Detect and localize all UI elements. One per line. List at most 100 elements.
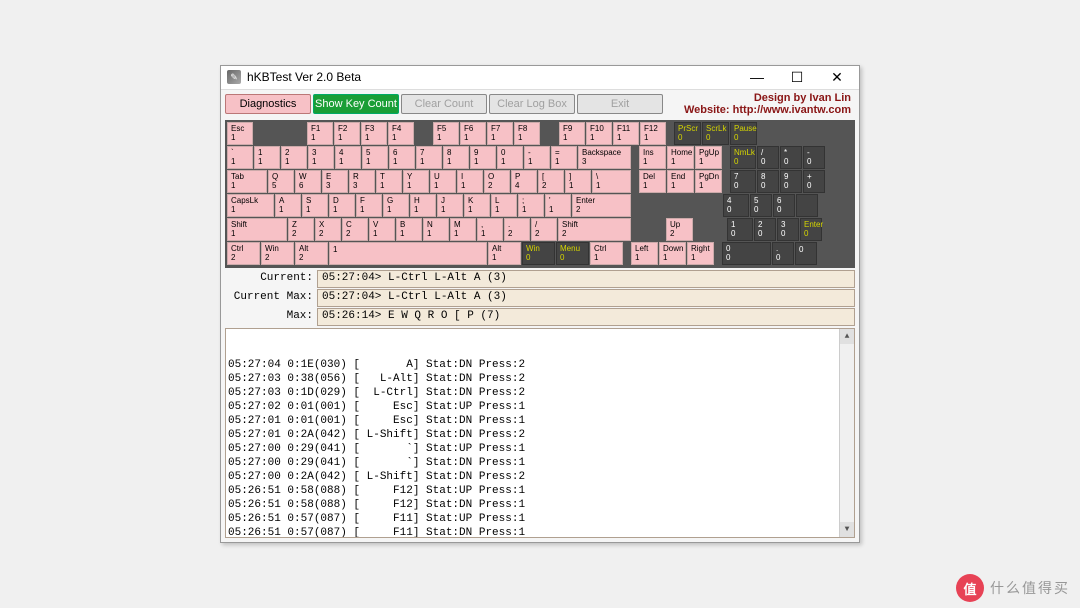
key-x[interactable]: X2 — [315, 218, 341, 241]
key-f6[interactable]: F61 — [460, 122, 486, 145]
key-f10[interactable]: F101 — [586, 122, 612, 145]
key-y[interactable]: Y1 — [403, 170, 429, 193]
key-f5[interactable]: F51 — [433, 122, 459, 145]
key-win[interactable]: Win0 — [522, 242, 555, 265]
key-[interactable]: +0 — [803, 170, 825, 193]
key-[interactable]: /2 — [531, 218, 557, 241]
key-t[interactable]: T1 — [376, 170, 402, 193]
key-space[interactable] — [796, 194, 818, 217]
key-right[interactable]: Right1 — [687, 242, 714, 265]
key-4[interactable]: 40 — [723, 194, 749, 217]
key-v[interactable]: V1 — [369, 218, 395, 241]
key-end[interactable]: End1 — [667, 170, 694, 193]
key-ctrl[interactable]: Ctrl2 — [227, 242, 260, 265]
key-enter[interactable]: Enter2 — [572, 194, 631, 217]
key-8[interactable]: 81 — [443, 146, 469, 169]
key-[interactable]: \1 — [592, 170, 631, 193]
key-[interactable]: /0 — [757, 146, 779, 169]
key-7[interactable]: 71 — [416, 146, 442, 169]
key-[interactable]: '1 — [545, 194, 571, 217]
key-i[interactable]: I1 — [457, 170, 483, 193]
key-9[interactable]: 91 — [470, 146, 496, 169]
key-[interactable]: -1 — [524, 146, 550, 169]
key-alt[interactable]: Alt2 — [295, 242, 328, 265]
key-[interactable]: ;1 — [518, 194, 544, 217]
key-ctrl[interactable]: Ctrl1 — [590, 242, 623, 265]
key-del[interactable]: Del1 — [639, 170, 666, 193]
key-f9[interactable]: F91 — [559, 122, 585, 145]
key-6[interactable]: 60 — [773, 194, 795, 217]
key-m[interactable]: M1 — [450, 218, 476, 241]
key-b[interactable]: B1 — [396, 218, 422, 241]
key-6[interactable]: 61 — [389, 146, 415, 169]
key-0[interactable]: 01 — [497, 146, 523, 169]
key-4[interactable]: 41 — [335, 146, 361, 169]
key-[interactable]: .0 — [772, 242, 794, 265]
key-u[interactable]: U1 — [430, 170, 456, 193]
key-w[interactable]: W6 — [295, 170, 321, 193]
key-2[interactable]: 20 — [754, 218, 776, 241]
key-z[interactable]: Z2 — [288, 218, 314, 241]
key-ins[interactable]: Ins1 — [639, 146, 666, 169]
key-k[interactable]: K1 — [464, 194, 490, 217]
key-7[interactable]: 70 — [730, 170, 756, 193]
key-f2[interactable]: F21 — [334, 122, 360, 145]
key-5[interactable]: 51 — [362, 146, 388, 169]
key-shift[interactable]: Shift1 — [227, 218, 287, 241]
key-8[interactable]: 80 — [757, 170, 779, 193]
key-f1[interactable]: F11 — [307, 122, 333, 145]
key-5[interactable]: 50 — [750, 194, 772, 217]
key-g[interactable]: G1 — [383, 194, 409, 217]
key-menu[interactable]: Menu0 — [556, 242, 589, 265]
key-[interactable]: [2 — [538, 170, 564, 193]
key-f4[interactable]: F41 — [388, 122, 414, 145]
diagnostics-button[interactable]: Diagnostics — [225, 94, 311, 114]
key-win[interactable]: Win2 — [261, 242, 294, 265]
key-left[interactable]: Left1 — [631, 242, 658, 265]
key-space[interactable]: 0 — [795, 242, 817, 265]
key-2[interactable]: 21 — [281, 146, 307, 169]
key-n[interactable]: N1 — [423, 218, 449, 241]
key-home[interactable]: Home1 — [667, 146, 694, 169]
key-a[interactable]: A1 — [275, 194, 301, 217]
key-f11[interactable]: F111 — [613, 122, 639, 145]
key-prscr[interactable]: PrScr0 — [674, 122, 701, 145]
key-up[interactable]: Up2 — [666, 218, 693, 241]
key-f8[interactable]: F81 — [514, 122, 540, 145]
log-scrollbar[interactable]: ▲ ▼ — [839, 329, 854, 537]
key-f3[interactable]: F31 — [361, 122, 387, 145]
key-[interactable]: -0 — [803, 146, 825, 169]
key-9[interactable]: 90 — [780, 170, 802, 193]
scroll-down-icon[interactable]: ▼ — [840, 522, 854, 537]
key-d[interactable]: D1 — [329, 194, 355, 217]
key-f12[interactable]: F121 — [640, 122, 666, 145]
key-shift[interactable]: Shift2 — [558, 218, 631, 241]
close-button[interactable]: ✕ — [817, 66, 857, 88]
log-box[interactable]: 05:27:04 0:1E(030) [ A] Stat:DN Press:2 … — [225, 328, 855, 538]
key-e[interactable]: E3 — [322, 170, 348, 193]
key-down[interactable]: Down1 — [659, 242, 686, 265]
clear-count-button[interactable]: Clear Count — [401, 94, 487, 114]
key-p[interactable]: P4 — [511, 170, 537, 193]
key-tab[interactable]: Tab1 — [227, 170, 267, 193]
key-1[interactable]: 11 — [254, 146, 280, 169]
key-esc[interactable]: Esc1 — [227, 122, 253, 145]
key-f7[interactable]: F71 — [487, 122, 513, 145]
key-[interactable]: ,1 — [477, 218, 503, 241]
clear-log-button[interactable]: Clear Log Box — [489, 94, 575, 114]
key-pgdn[interactable]: PgDn1 — [695, 170, 722, 193]
exit-button[interactable]: Exit — [577, 94, 663, 114]
key-pause[interactable]: Pause0 — [730, 122, 757, 145]
key-scrlk[interactable]: ScrLk0 — [702, 122, 729, 145]
key-f[interactable]: F1 — [356, 194, 382, 217]
key-c[interactable]: C2 — [342, 218, 368, 241]
key-0[interactable]: 00 — [722, 242, 771, 265]
key-h[interactable]: H1 — [410, 194, 436, 217]
key-capslk[interactable]: CapsLk1 — [227, 194, 274, 217]
key-3[interactable]: 30 — [777, 218, 799, 241]
key-s[interactable]: S1 — [302, 194, 328, 217]
key-o[interactable]: O2 — [484, 170, 510, 193]
maximize-button[interactable]: ☐ — [777, 66, 817, 88]
key-q[interactable]: Q5 — [268, 170, 294, 193]
key-j[interactable]: J1 — [437, 194, 463, 217]
